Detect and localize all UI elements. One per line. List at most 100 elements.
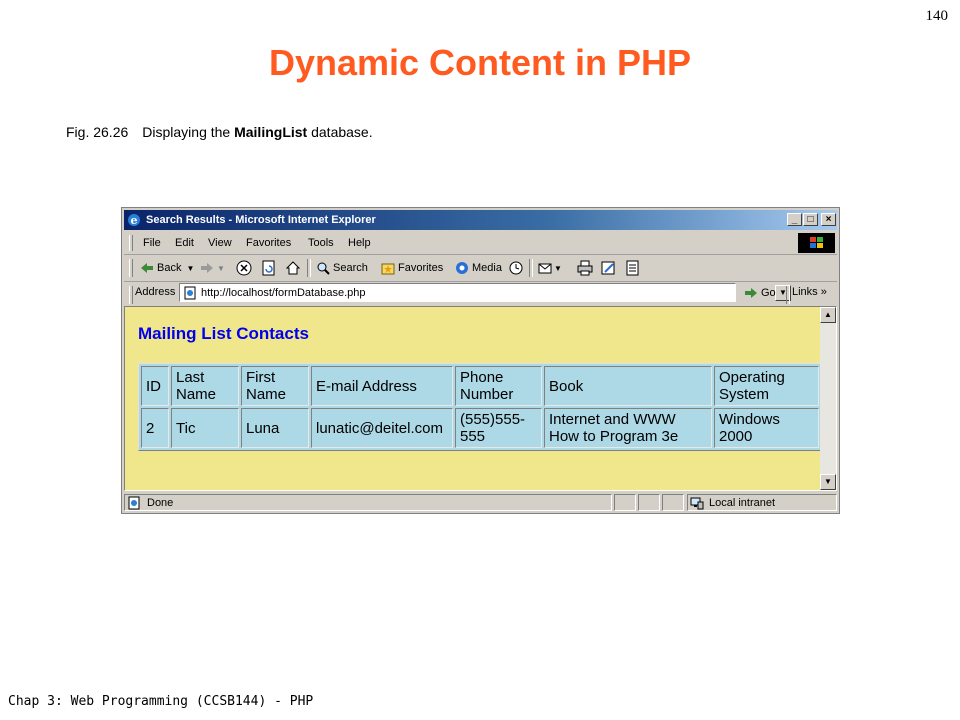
status-text-panel: Done bbox=[124, 494, 612, 511]
home-button[interactable] bbox=[285, 259, 301, 277]
header-last-name: Last Name bbox=[171, 366, 239, 406]
window-title: Search Results - Microsoft Internet Expl… bbox=[146, 214, 376, 226]
search-label: Search bbox=[333, 262, 368, 274]
back-button[interactable]: Back ▼ bbox=[140, 259, 194, 277]
favorites-icon bbox=[381, 263, 395, 275]
cell-email: lunatic@deitel.com bbox=[311, 408, 453, 448]
go-arrow-icon bbox=[745, 288, 757, 298]
refresh-button[interactable] bbox=[261, 259, 277, 277]
caption-emphasis: MailingList bbox=[234, 124, 308, 140]
address-label: Address bbox=[135, 286, 176, 298]
cell-os: Windows 2000 bbox=[714, 408, 819, 448]
stop-icon bbox=[236, 260, 252, 276]
scroll-down-icon[interactable]: ▼ bbox=[820, 474, 836, 490]
figure-caption: Fig. 26.26 Displaying the MailingList dat… bbox=[66, 124, 373, 140]
links-label: Links bbox=[792, 286, 818, 298]
page-viewport: Mailing List Contacts ID Last Name First N… bbox=[124, 306, 837, 491]
table-header-row: ID Last Name First Name E-mail Address Pho… bbox=[141, 366, 819, 406]
go-label: Go bbox=[761, 287, 776, 299]
zone-text: Local intranet bbox=[709, 497, 776, 509]
cell-phone: (555)555- 555 bbox=[455, 408, 542, 448]
forward-button[interactable]: ▼ bbox=[200, 259, 225, 277]
svg-text:e: e bbox=[131, 214, 138, 227]
discuss-icon bbox=[626, 260, 639, 276]
back-dropdown-icon: ▼ bbox=[186, 263, 195, 273]
caption-suffix: database. bbox=[307, 124, 373, 140]
address-grip bbox=[129, 286, 133, 304]
media-button[interactable]: Media bbox=[455, 259, 502, 277]
media-label: Media bbox=[472, 262, 502, 274]
address-bar: Address http://localhost/formDatabase.ph… bbox=[124, 282, 837, 304]
cell-first-name: Luna bbox=[241, 408, 309, 448]
menu-edit[interactable]: Edit bbox=[175, 237, 194, 249]
menu-view[interactable]: View bbox=[208, 237, 232, 249]
address-url: http://localhost/formDatabase.php bbox=[201, 287, 366, 299]
home-icon bbox=[285, 261, 301, 275]
mail-button[interactable]: ▼ bbox=[538, 259, 562, 277]
back-arrow-icon bbox=[141, 263, 153, 273]
ie-logo-icon: e bbox=[128, 214, 140, 227]
contacts-table: ID Last Name First Name E-mail Address Pho… bbox=[138, 363, 822, 451]
toolbar-separator bbox=[786, 286, 790, 304]
toolbar-separator bbox=[307, 259, 311, 277]
back-label: Back bbox=[157, 262, 182, 274]
print-icon bbox=[577, 260, 593, 276]
status-panel bbox=[662, 494, 684, 511]
address-input[interactable]: http://localhost/formDatabase.php ▼ bbox=[179, 283, 791, 302]
go-button[interactable]: Go bbox=[744, 284, 776, 302]
links-button[interactable]: Links » bbox=[792, 286, 827, 298]
maximize-button[interactable]: □ bbox=[803, 213, 818, 226]
status-text: Done bbox=[147, 497, 174, 509]
menu-file[interactable]: File bbox=[143, 237, 161, 249]
minimize-button[interactable]: _ bbox=[787, 213, 802, 226]
search-icon bbox=[317, 262, 330, 275]
search-button[interactable]: Search bbox=[316, 259, 368, 277]
forward-dropdown-icon: ▼ bbox=[217, 263, 225, 273]
header-phone: Phone Number bbox=[455, 366, 542, 406]
favorites-label: Favorites bbox=[398, 262, 444, 274]
security-zone-panel: Local intranet bbox=[687, 494, 837, 511]
favorites-button[interactable]: Favorites bbox=[381, 259, 443, 277]
page-heading: Mailing List Contacts bbox=[138, 324, 309, 343]
vertical-scrollbar[interactable]: ▲ ▼ bbox=[820, 307, 836, 490]
menu-tools[interactable]: Tools bbox=[308, 237, 334, 249]
slide-title: Dynamic Content in PHP bbox=[268, 42, 692, 83]
title-bar[interactable]: e Search Results - Microsoft Internet Ex… bbox=[124, 210, 837, 230]
page-icon bbox=[184, 286, 196, 300]
menu-grip bbox=[129, 235, 133, 251]
history-icon bbox=[509, 261, 523, 275]
done-page-icon bbox=[128, 496, 140, 510]
close-button[interactable]: × bbox=[821, 213, 836, 226]
cell-last-name: Tic bbox=[171, 408, 239, 448]
edit-icon bbox=[601, 261, 615, 275]
header-book: Book bbox=[544, 366, 712, 406]
browser-window: e Search Results - Microsoft Internet Ex… bbox=[121, 207, 840, 514]
cell-book: Internet and WWW How to Program 3e bbox=[544, 408, 712, 448]
forward-arrow-icon bbox=[201, 263, 213, 273]
discuss-button[interactable] bbox=[625, 259, 641, 277]
toolbar-grip bbox=[129, 259, 133, 277]
refresh-icon bbox=[262, 260, 275, 276]
toolbar-separator bbox=[529, 259, 533, 277]
chevron-right-icon: » bbox=[820, 286, 827, 298]
header-first-name: First Name bbox=[241, 366, 309, 406]
windows-logo-icon bbox=[798, 233, 835, 253]
slide-footer: Chap 3: Web Programming (CCSB144) - PHP bbox=[8, 694, 314, 709]
scroll-up-icon[interactable]: ▲ bbox=[820, 307, 836, 323]
cell-id: 2 bbox=[141, 408, 169, 448]
header-os: Operating System bbox=[714, 366, 819, 406]
print-button[interactable] bbox=[577, 259, 593, 277]
history-button[interactable] bbox=[508, 259, 524, 277]
menu-bar: File Edit View Favorites Tools Help bbox=[124, 232, 837, 255]
status-panel bbox=[638, 494, 660, 511]
mail-dropdown-icon: ▼ bbox=[554, 263, 562, 273]
standard-toolbar: Back ▼ ▼ Search Favorites Media ▼ bbox=[124, 255, 837, 282]
caption-prefix: Displaying the bbox=[142, 124, 235, 140]
menu-favorites[interactable]: Favorites bbox=[246, 237, 291, 249]
edit-button[interactable] bbox=[601, 259, 617, 277]
stop-button[interactable] bbox=[236, 259, 252, 277]
status-panel bbox=[614, 494, 636, 511]
slide-number: 140 bbox=[925, 8, 949, 24]
menu-help[interactable]: Help bbox=[348, 237, 371, 249]
mail-icon bbox=[538, 263, 552, 274]
